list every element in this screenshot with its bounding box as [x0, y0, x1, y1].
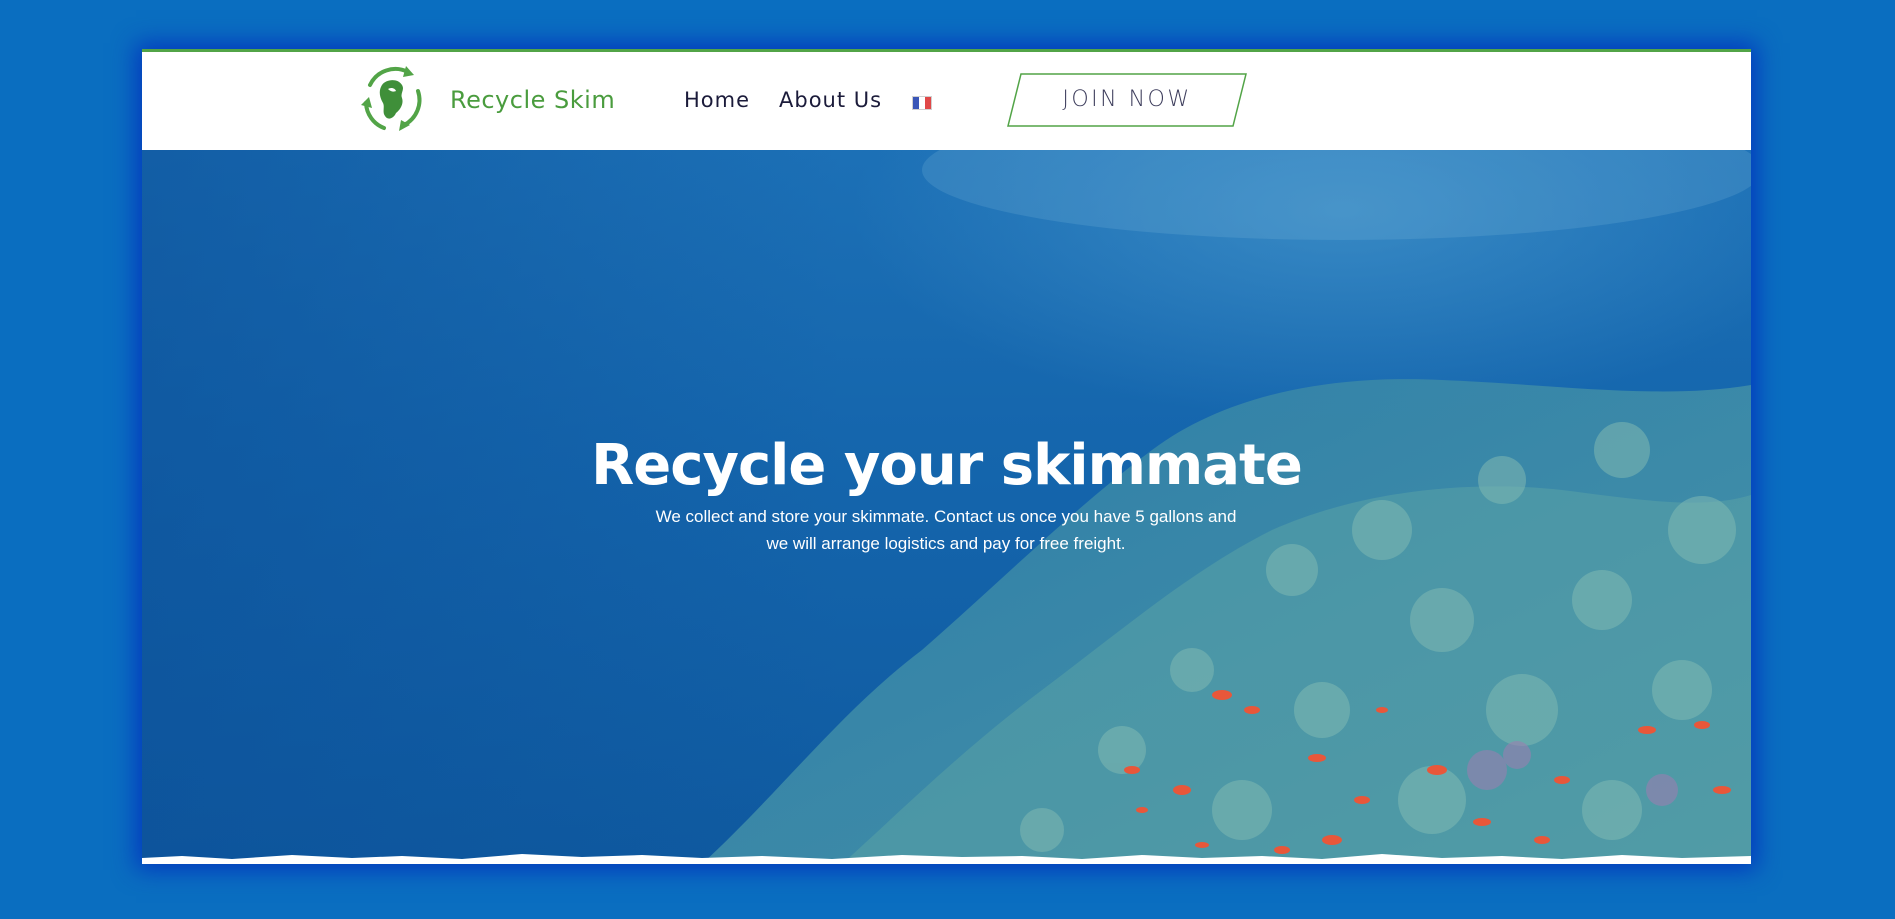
brand-name[interactable]: Recycle Skim — [450, 86, 615, 114]
site-window: Recycle Skim Home About Us JOIN NOW Recy… — [142, 49, 1751, 864]
recycle-logo-icon[interactable] — [358, 63, 426, 135]
hero-section: Recycle your skimmate We collect and sto… — [142, 150, 1751, 864]
nav-about-link[interactable]: About Us — [779, 88, 882, 112]
join-now-label: JOIN NOW — [1062, 87, 1192, 112]
join-now-button[interactable]: JOIN NOW — [1007, 73, 1247, 127]
hero-title: Recycle your skimmate — [591, 432, 1303, 498]
torn-paper-edge — [142, 854, 1751, 864]
nav-home-link[interactable]: Home — [684, 88, 750, 112]
hero-subtitle: We collect and store your skimmate. Cont… — [655, 507, 1237, 553]
french-flag-icon[interactable] — [912, 96, 932, 110]
navbar: Recycle Skim Home About Us JOIN NOW — [142, 52, 1751, 150]
